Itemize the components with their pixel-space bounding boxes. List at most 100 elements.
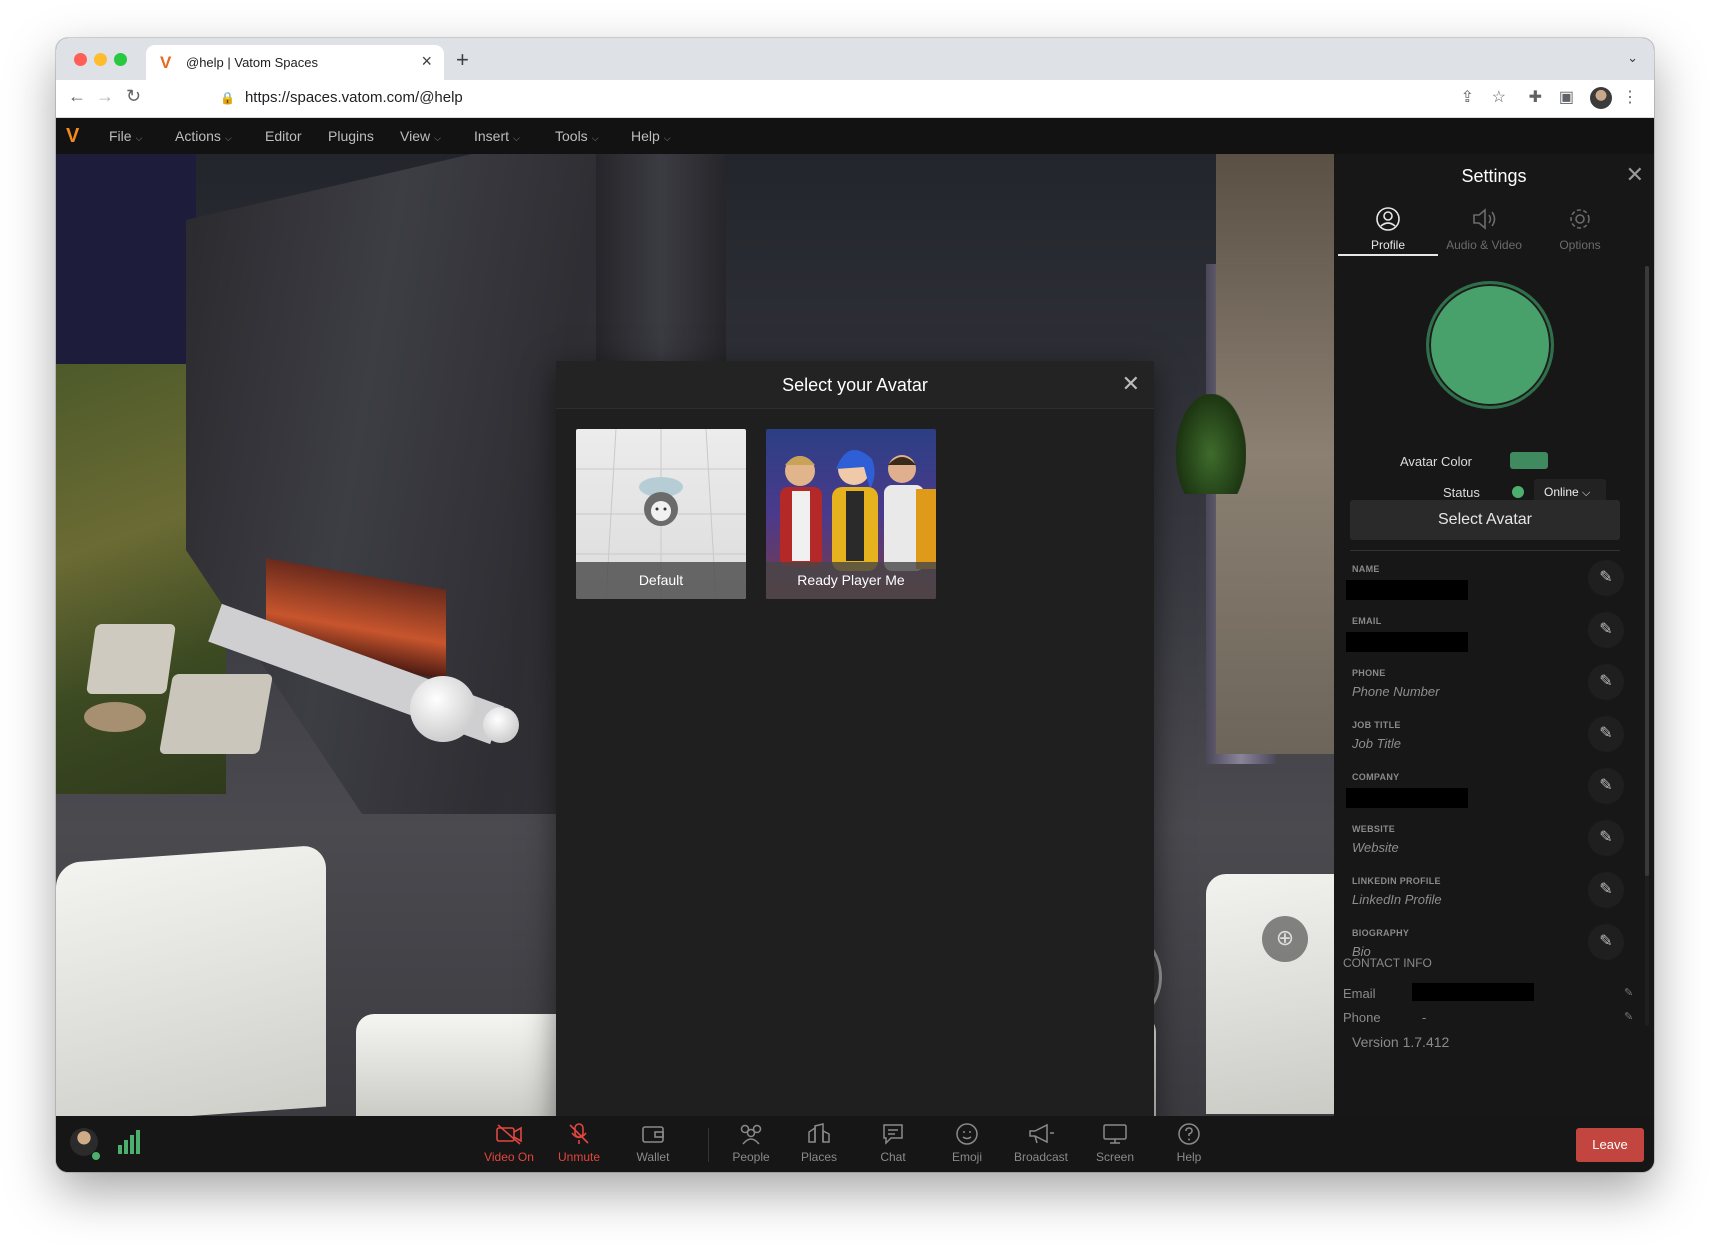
- 3d-scene-viewport[interactable]: ⌃ ⌄ › ⊕ ⊖ ♙ Select your Avatar ✕: [56, 154, 1334, 1116]
- extensions-icon[interactable]: ✚: [1529, 87, 1542, 107]
- chevron-down-icon[interactable]: ⌄: [1627, 50, 1638, 66]
- edit-name-pencil-icon[interactable]: ✎: [1588, 560, 1624, 596]
- browser-tab[interactable]: V @help | Vatom Spaces ×: [146, 45, 444, 80]
- address-bar[interactable]: 🔒 https://spaces.vatom.com/@help: [220, 89, 463, 106]
- field-value-phone: Phone Number: [1352, 684, 1440, 699]
- close-window-button[interactable]: [74, 53, 87, 66]
- avatar-option-default[interactable]: Default: [576, 429, 746, 599]
- edit-biography-pencil-icon[interactable]: ✎: [1588, 924, 1624, 960]
- new-tab-button[interactable]: +: [456, 47, 469, 73]
- edit-linkedin-pencil-icon[interactable]: ✎: [1588, 872, 1624, 908]
- screen-icon: [1103, 1124, 1127, 1144]
- wallet-icon: [642, 1126, 664, 1143]
- redacted-value: [1346, 632, 1468, 652]
- button-label: Wallet: [636, 1150, 670, 1164]
- broadcast-button[interactable]: Broadcast: [1006, 1122, 1076, 1164]
- button-label: Places: [800, 1150, 838, 1164]
- edit-website-pencil-icon[interactable]: ✎: [1588, 820, 1624, 856]
- contact-info-heading: CONTACT INFO: [1343, 956, 1432, 970]
- close-tab-icon[interactable]: ×: [421, 51, 432, 72]
- edit-job-title-pencil-icon[interactable]: ✎: [1588, 716, 1624, 752]
- chat-button[interactable]: Chat: [858, 1122, 928, 1164]
- button-label: Video On: [484, 1150, 534, 1164]
- scene-sphere-small: [483, 707, 519, 743]
- menu-file[interactable]: File ⌵: [109, 128, 142, 144]
- leave-button[interactable]: Leave: [1576, 1128, 1644, 1162]
- avatar-color-label: Avatar Color: [1400, 454, 1473, 469]
- tab-audio-video[interactable]: Audio & Video: [1434, 206, 1534, 256]
- scene-plant-right: [1176, 394, 1246, 494]
- maximize-window-button[interactable]: [114, 53, 127, 66]
- help-button[interactable]: Help: [1154, 1122, 1224, 1164]
- zoom-in-button[interactable]: ⊕: [1262, 916, 1308, 962]
- online-indicator: [92, 1152, 100, 1160]
- tab-options[interactable]: Options: [1530, 206, 1630, 256]
- edit-contact-phone-icon[interactable]: ✎: [1624, 1010, 1633, 1023]
- screen-share-button[interactable]: Screen: [1080, 1122, 1150, 1164]
- button-label: Broadcast: [1013, 1150, 1069, 1164]
- status-value: Online: [1544, 485, 1579, 499]
- active-tab-indicator: [1338, 254, 1438, 256]
- people-button[interactable]: People: [716, 1122, 786, 1164]
- field-label-job-title: JOB TITLE: [1352, 720, 1401, 730]
- video-off-icon: [496, 1124, 522, 1145]
- field-value-linkedin: LinkedIn Profile: [1352, 892, 1442, 907]
- menu-actions[interactable]: Actions ⌵: [175, 128, 232, 144]
- field-label-name: NAME: [1352, 564, 1380, 574]
- menu-help[interactable]: Help ⌵: [631, 128, 671, 144]
- back-button[interactable]: ←: [68, 86, 86, 107]
- scene-white-sofa-left: [56, 844, 326, 1116]
- menu-view[interactable]: View ⌵: [400, 128, 441, 144]
- edit-contact-email-icon[interactable]: ✎: [1624, 986, 1633, 999]
- user-icon: [1376, 207, 1400, 231]
- menu-editor[interactable]: Editor: [265, 128, 302, 144]
- field-label-biography: BIOGRAPHY: [1352, 928, 1410, 938]
- redacted-value: [1346, 580, 1468, 600]
- button-label: Unmute: [557, 1150, 601, 1164]
- avatar-option-ready-player-me[interactable]: Ready Player Me: [766, 429, 936, 599]
- menu-plugins[interactable]: Plugins: [328, 128, 374, 144]
- avatar-option-label: Default: [576, 562, 746, 599]
- modal-header: Select your Avatar ✕: [556, 361, 1154, 409]
- mic-off-icon: [569, 1123, 589, 1144]
- select-avatar-button[interactable]: Select Avatar: [1350, 500, 1620, 540]
- wallet-button[interactable]: Wallet: [618, 1122, 688, 1164]
- avatar-color-swatch[interactable]: [1510, 452, 1548, 469]
- places-button[interactable]: Places: [784, 1122, 854, 1164]
- video-on-button[interactable]: Video On: [474, 1122, 544, 1164]
- settings-close-icon[interactable]: ✕: [1626, 162, 1644, 188]
- reload-button[interactable]: ↻: [126, 86, 141, 107]
- browser-menu-icon[interactable]: ⋮: [1622, 87, 1638, 107]
- edit-company-pencil-icon[interactable]: ✎: [1588, 768, 1624, 804]
- help-icon: [1178, 1123, 1200, 1145]
- menu-insert[interactable]: Insert ⌵: [474, 128, 520, 144]
- edit-email-pencil-icon[interactable]: ✎: [1588, 612, 1624, 648]
- emoji-icon: [956, 1123, 978, 1145]
- forward-button[interactable]: →: [96, 86, 114, 107]
- minimize-window-button[interactable]: [94, 53, 107, 66]
- zoom-out-button[interactable]: ⊖: [1262, 980, 1308, 1026]
- edit-phone-pencil-icon[interactable]: ✎: [1588, 664, 1624, 700]
- places-icon: [808, 1123, 830, 1143]
- bottom-toolbar: Video On Unmute Wallet People Places Cha…: [56, 1116, 1654, 1172]
- tab-profile[interactable]: Profile: [1338, 206, 1438, 256]
- version-text: Version 1.7.412: [1352, 1034, 1450, 1050]
- menu-tools[interactable]: Tools ⌵: [555, 128, 599, 144]
- redacted-value: [1346, 788, 1468, 808]
- toolbar-separator: [708, 1128, 709, 1162]
- emoji-button[interactable]: Emoji: [932, 1122, 1002, 1164]
- side-panel-icon[interactable]: ▣: [1559, 87, 1574, 107]
- browser-profile-avatar[interactable]: [1590, 87, 1612, 109]
- field-label-website: WEBSITE: [1352, 824, 1396, 834]
- modal-close-icon[interactable]: ✕: [1122, 371, 1140, 397]
- bookmark-star-icon[interactable]: ☆: [1492, 87, 1506, 107]
- browser-toolbar: ← → ↻ 🔒 https://spaces.vatom.com/@help ⇪ …: [56, 80, 1654, 118]
- unmute-button[interactable]: Unmute: [544, 1122, 614, 1164]
- settings-scrollbar-thumb[interactable]: [1645, 266, 1649, 876]
- chevron-down-icon: ⌵: [1582, 487, 1591, 499]
- share-icon[interactable]: ⇪: [1461, 87, 1474, 107]
- scene-sphere-large: [410, 676, 476, 742]
- select-avatar-modal: Select your Avatar ✕ Default Ready Playe…: [556, 361, 1154, 1116]
- vatom-logo-icon[interactable]: V: [66, 125, 79, 148]
- browser-window: V @help | Vatom Spaces × + ⌄ ← → ↻ 🔒 http…: [56, 38, 1654, 1172]
